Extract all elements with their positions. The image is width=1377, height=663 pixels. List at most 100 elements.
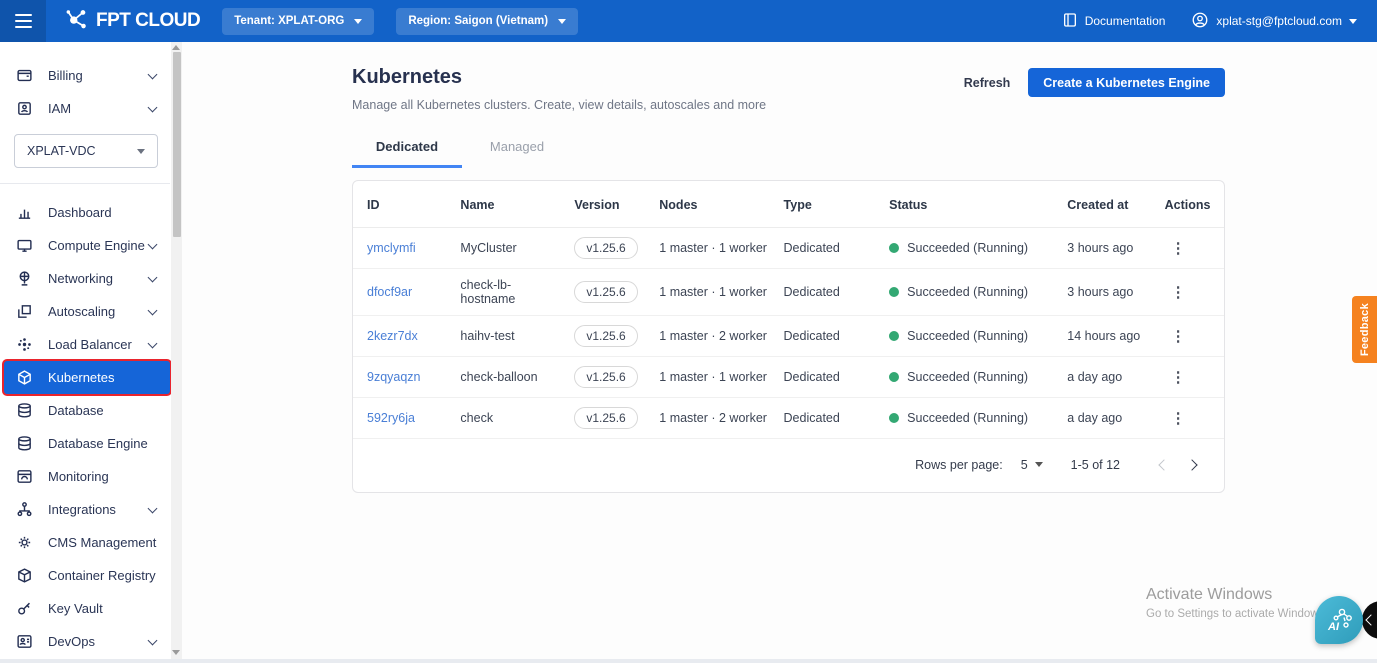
topbar: FPT CLOUD Tenant: XPLAT-ORG Region: Saig… [0,0,1377,42]
row-actions-kebab-icon[interactable]: ⋮ [1165,285,1192,300]
sidebar-item-dashboard[interactable]: Dashboard [0,196,182,229]
cluster-name: check-lb-hostname [452,268,567,316]
region-select-label: Region: Saigon (Vietnam) [408,15,549,27]
next-page-button[interactable] [1178,453,1206,476]
cluster-type: Dedicated [775,268,882,316]
account-menu[interactable]: xplat-stg@fptcloud.com [1191,11,1357,32]
chevron-right-icon [1186,459,1198,471]
main-content: Kubernetes Manage all Kubernetes cluster… [182,42,1377,659]
scroll-up-icon[interactable] [172,45,180,50]
status-dot-green [889,372,900,382]
cluster-nodes: 1 master · 2 worker [651,397,776,439]
version-badge: v1.25.6 [574,366,638,388]
sidebar-item-load-balancer[interactable]: Load Balancer [0,328,182,361]
column-header-status: Status [881,181,1060,228]
vdc-select[interactable]: XPLAT-VDC [14,134,158,168]
sitemap-icon [16,501,34,519]
sidebar-item-database-engine[interactable]: Database Engine [0,427,182,460]
user-avatar-icon [1191,11,1209,32]
package-icon [16,567,34,585]
cluster-name: MyCluster [452,227,567,269]
cluster-type: Dedicated [775,397,882,439]
cluster-id-link[interactable]: dfocf9ar [367,285,412,299]
rows-per-page-select[interactable]: 5 [1021,458,1043,472]
table-row: dfocf9ar check-lb-hostname v1.25.6 1 mas… [353,268,1224,316]
column-header-name: Name [452,181,567,228]
chevron-down-icon [147,635,158,645]
account-email: xplat-stg@fptcloud.com [1216,14,1342,28]
sidebar-item-container-registry[interactable]: Container Registry [0,559,182,592]
sidebar-item-monitoring[interactable]: Monitoring [0,460,182,493]
chevron-down-icon [147,69,158,79]
topbar-right: Documentation xplat-stg@fptcloud.com [1062,11,1377,32]
cluster-nodes: 1 master · 1 worker [651,227,776,269]
cluster-id-link[interactable]: 592ry6ja [367,411,415,425]
feedback-tab[interactable]: Feedback [1352,296,1377,363]
status-dot-green [889,243,900,253]
sidebar-item-database[interactable]: Database [0,394,182,427]
sidebar-scrollbar[interactable] [171,42,182,659]
monitor-icon [16,237,34,255]
database-icon [16,402,34,420]
caret-down-icon [1349,18,1357,24]
status-text: Succeeded (Running) [907,285,1029,299]
ai-molecule-icon: AI [1327,608,1352,633]
sidebar-item-devops[interactable]: DevOps [0,625,182,658]
tenant-select[interactable]: Tenant: XPLAT-ORG [222,7,375,35]
fpt-cloud-logo: FPT CLOUD [64,6,201,37]
previous-page-button[interactable] [1150,453,1178,476]
sidebar-item-integrations[interactable]: Integrations [0,493,182,526]
cluster-name: check-balloon [452,356,567,398]
table-row: 9zqyaqzn check-balloon v1.25.6 1 master … [353,356,1224,398]
ai-assistant-bubble[interactable]: AI [1315,596,1363,644]
chevron-down-icon [147,338,158,348]
bottom-edge-strip [0,659,1377,663]
status-text: Succeeded (Running) [907,411,1029,425]
created-at: 3 hours ago [1059,268,1157,316]
sidebar-scrollbar-thumb[interactable] [172,52,181,237]
gear-icon [16,534,34,552]
tab-managed[interactable]: Managed [462,139,572,168]
region-select[interactable]: Region: Saigon (Vietnam) [396,7,579,35]
tab-dedicated[interactable]: Dedicated [352,139,462,168]
sidebar-item-cms-management[interactable]: CMS Management [0,526,182,559]
table-header-row: ID Name Version Nodes Type Status Create… [353,181,1224,228]
created-at: a day ago [1059,356,1157,398]
row-actions-kebab-icon[interactable]: ⋮ [1165,370,1192,385]
sidebar-item-compute-engine[interactable]: Compute Engine [0,229,182,262]
cluster-nodes: 1 master · 1 worker [651,356,776,398]
scroll-down-icon[interactable] [172,650,180,655]
activate-windows-watermark: Activate Windows Go to Settings to activ… [1146,586,1325,620]
sidebar-item-autoscaling[interactable]: Autoscaling [0,295,182,328]
sidebar-item-networking[interactable]: Networking [0,262,182,295]
version-badge: v1.25.6 [574,407,638,429]
key-icon [16,600,34,618]
cluster-id-link[interactable]: ymclymfi [367,241,416,255]
row-actions-kebab-icon[interactable]: ⋮ [1165,241,1192,256]
chevron-down-icon [147,102,158,112]
refresh-button[interactable]: Refresh [964,76,1011,90]
sidebar-item-billing[interactable]: Billing [0,59,182,92]
devops-person-icon [16,633,34,651]
row-actions-kebab-icon[interactable]: ⋮ [1165,329,1192,344]
status-dot-green [889,413,900,423]
page-title: Kubernetes [352,66,463,88]
sidebar-item-kubernetes[interactable]: Kubernetes [4,361,170,394]
feedback-label: Feedback [1358,302,1371,357]
cluster-name: check [452,397,567,439]
status-dot-green [889,287,900,297]
chevron-left-icon [1158,459,1170,471]
documentation-link[interactable]: Documentation [1062,12,1165,31]
sidebar-item-iam[interactable]: IAM [0,92,182,125]
column-header-version: Version [566,181,652,228]
chevron-down-icon [147,239,158,249]
create-kubernetes-engine-button[interactable]: Create a Kubernetes Engine [1028,68,1225,97]
hamburger-menu-icon[interactable] [0,0,46,42]
sidebar-item-key-vault[interactable]: Key Vault [0,592,182,625]
svg-text:AI: AI [1327,621,1340,633]
row-actions-kebab-icon[interactable]: ⋮ [1165,411,1192,426]
cluster-id-link[interactable]: 9zqyaqzn [367,370,421,384]
cluster-id-link[interactable]: 2kezr7dx [367,329,418,343]
cluster-type: Dedicated [775,356,882,398]
page-subtitle: Manage all Kubernetes clusters. Create, … [352,98,767,112]
